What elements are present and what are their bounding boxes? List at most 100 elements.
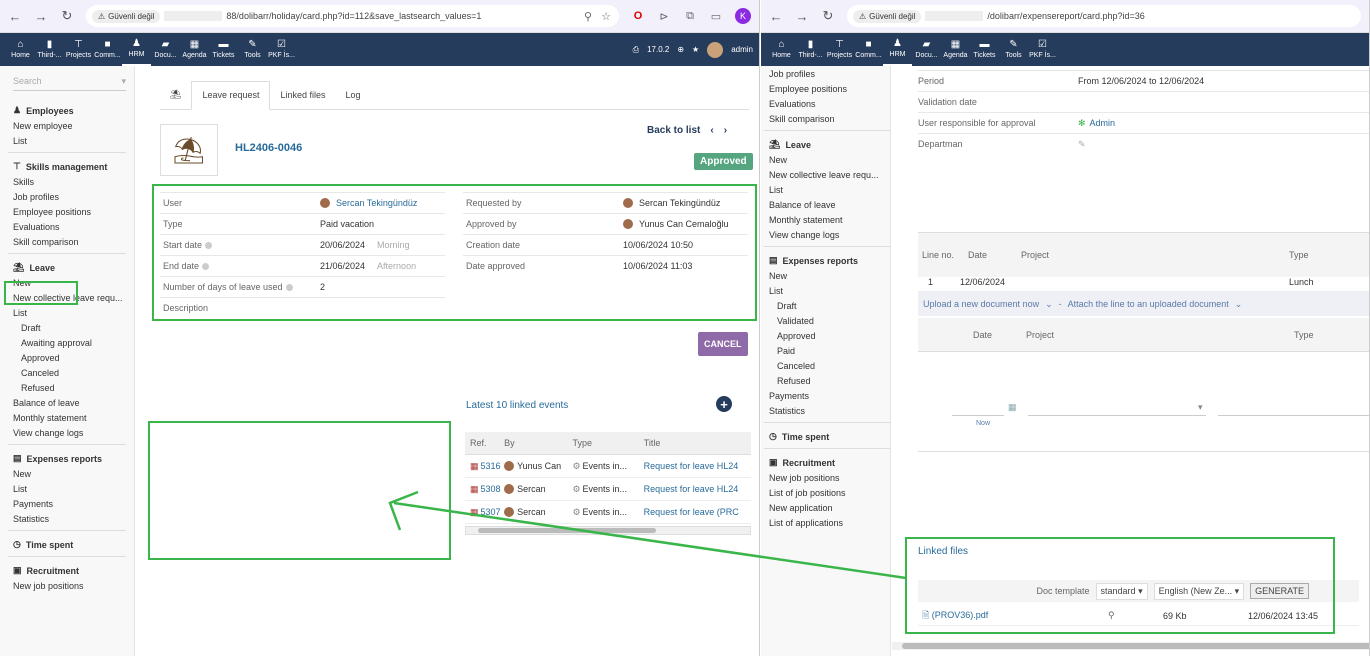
now-link[interactable]: Now (976, 420, 990, 427)
tab-log[interactable]: Log (336, 90, 371, 109)
star-icon[interactable]: ★ (692, 45, 699, 54)
sidebar-item[interactable]: Approved (769, 331, 890, 341)
sidebar-item[interactable]: List (13, 308, 126, 318)
sidebar-section-0[interactable]: ♟ Employees (13, 105, 126, 116)
event-title[interactable]: Request for leave (PRC (644, 507, 751, 517)
sidebar-section-2[interactable]: ◷ Time spent (769, 431, 890, 442)
sidebar-item[interactable]: New (13, 469, 126, 479)
sidebar-item[interactable]: Payments (769, 391, 890, 401)
type-select[interactable] (1218, 404, 1369, 416)
cancel-button[interactable]: CANCEL (698, 332, 748, 356)
sidebar-item[interactable]: Evaluations (769, 99, 890, 109)
opera-extension-icon[interactable]: O (631, 10, 645, 22)
event-ref[interactable]: ▦ 5307 (465, 507, 504, 518)
extension-icon[interactable]: ⊳ (657, 10, 671, 23)
sidebar-item[interactable]: New (769, 271, 890, 281)
sidebar-item[interactable]: Draft (13, 323, 126, 333)
event-by[interactable]: Yunus Can (504, 461, 572, 472)
project-select[interactable] (1028, 404, 1206, 416)
sidebar-section-4[interactable]: ◷ Time spent (13, 539, 126, 550)
sidebar-item[interactable]: Balance of leave (769, 200, 890, 210)
sidebar-icon[interactable]: ▭ (709, 10, 723, 23)
menu-commerce[interactable]: ■ Comm... (93, 33, 122, 66)
security-indicator[interactable]: ⚠ Güvenli değil (853, 9, 922, 23)
menu-tools[interactable]: ✎ Tools (238, 33, 267, 66)
sidebar-item[interactable]: Awaiting approval (13, 338, 126, 348)
sidebar-item[interactable]: New job positions (13, 581, 126, 591)
user-avatar[interactable] (707, 41, 724, 58)
linked-events-title[interactable]: Latest 10 linked events (466, 400, 568, 411)
sidebar-item[interactable]: Refused (769, 376, 890, 386)
sidebar-section-1[interactable]: ▤ Expenses reports (769, 255, 890, 266)
menu-tickets[interactable]: ▬ Tickets (209, 33, 238, 66)
horizontal-scrollbar[interactable] (892, 642, 1369, 650)
sidebar-item[interactable]: Canceled (769, 361, 890, 371)
profile-avatar[interactable]: K (735, 8, 751, 24)
sidebar-item[interactable]: Validated (769, 316, 890, 326)
sidebar-item[interactable]: Paid (769, 346, 890, 356)
sidebar-search[interactable]: Search ▾ (13, 76, 126, 91)
zoom-icon[interactable]: ⚲ (581, 10, 595, 23)
plus-circle-icon[interactable]: ⊕ (677, 45, 684, 54)
address-bar[interactable]: ⚠ Güvenli değil 88/dolibarr/holiday/card.… (86, 5, 619, 27)
sidebar-item[interactable]: Skills (13, 177, 126, 187)
event-ref[interactable]: ▦ 5308 (465, 484, 504, 495)
upload-link[interactable]: Upload a new document now (923, 299, 1039, 309)
sidebar-item[interactable]: List (769, 185, 890, 195)
sidebar-item[interactable]: New collective leave requ... (13, 293, 126, 303)
reload-icon[interactable]: ↻ (60, 8, 74, 24)
sidebar-section-1[interactable]: ⊤ Skills management (13, 161, 126, 172)
sidebar-item[interactable]: Payments (13, 499, 126, 509)
sidebar-item[interactable]: List (13, 136, 126, 146)
sidebar-item[interactable]: New collective leave requ... (769, 170, 890, 180)
table-row[interactable]: ▦ 5307 Sercan ⚙ Events in... Request for leav… (465, 501, 751, 524)
sidebar-item[interactable]: List (769, 286, 890, 296)
sidebar-section-2[interactable]: ⛱ Leave (13, 262, 126, 273)
menu-tickets[interactable]: ▬ Tickets (970, 33, 999, 66)
sidebar-item[interactable]: Evaluations (13, 222, 126, 232)
scroll-thumb[interactable] (902, 643, 1369, 649)
forward-arrow-icon[interactable]: → (795, 9, 809, 24)
event-by[interactable]: Sercan (504, 507, 572, 518)
sidebar-section-3[interactable]: ▤ Expenses reports (13, 453, 126, 464)
scroll-thumb[interactable] (478, 528, 656, 533)
menu-hrm[interactable]: ♟ HRM (883, 33, 912, 66)
sidebar-item[interactable]: Refused (13, 383, 126, 393)
reload-icon[interactable]: ↻ (821, 8, 835, 24)
sidebar-item[interactable]: Approved (13, 353, 126, 363)
sidebar-item[interactable]: View change logs (13, 428, 126, 438)
info-icon[interactable] (205, 242, 213, 250)
menu-projects[interactable]: ⊤ Projects (64, 33, 93, 66)
calendar-icon[interactable]: ▦ (1008, 402, 1017, 413)
sidebar-item[interactable]: View change logs (769, 230, 890, 240)
table-row[interactable]: ▦ 5316 Yunus Can ⚙ Events in... Request for l… (465, 455, 751, 478)
event-title[interactable]: Request for leave HL24 (644, 461, 751, 471)
sidebar-item[interactable]: Canceled (13, 368, 126, 378)
back-arrow-icon[interactable]: ← (769, 9, 783, 24)
event-ref[interactable]: ▦ 5316 (465, 461, 504, 472)
menu-documents[interactable]: ▰ Docu... (151, 33, 180, 66)
event-title[interactable]: Request for leave HL24 (644, 484, 751, 494)
sidebar-item[interactable]: List of applications (769, 518, 890, 528)
sidebar-item[interactable]: New application (769, 503, 890, 513)
event-by[interactable]: Sercan (504, 484, 572, 495)
table-row[interactable]: ▦ 5308 Sercan ⚙ Events in... Request for leav… (465, 478, 751, 501)
sidebar-section-3[interactable]: ▣ Recruitment (769, 457, 890, 468)
menu-third-party[interactable]: ▮ Third-... (35, 33, 64, 66)
menu-home[interactable]: ⌂ Home (767, 33, 796, 66)
sidebar-section-0[interactable]: ⛱ Leave (769, 139, 890, 150)
sidebar-item[interactable]: Monthly statement (769, 215, 890, 225)
info-icon[interactable] (202, 263, 210, 271)
sidebar-item[interactable]: List of job positions (769, 488, 890, 498)
menu-agenda[interactable]: ▦ Agenda (941, 33, 970, 66)
expense-line-row[interactable]: 1 12/06/2024 Lunch (918, 272, 1369, 292)
sidebar-item[interactable]: New job positions (769, 473, 890, 483)
previous-record-icon[interactable]: ‹ (710, 125, 713, 136)
sidebar-item[interactable]: Skill comparison (769, 114, 890, 124)
sidebar-item[interactable]: New (13, 278, 126, 288)
menu-projects[interactable]: ⊤ Projects (825, 33, 854, 66)
sidebar-item[interactable]: Employee positions (769, 84, 890, 94)
sidebar-item[interactable]: List (13, 484, 126, 494)
info-icon[interactable] (285, 284, 293, 292)
sidebar-item[interactable]: New employee (13, 121, 126, 131)
